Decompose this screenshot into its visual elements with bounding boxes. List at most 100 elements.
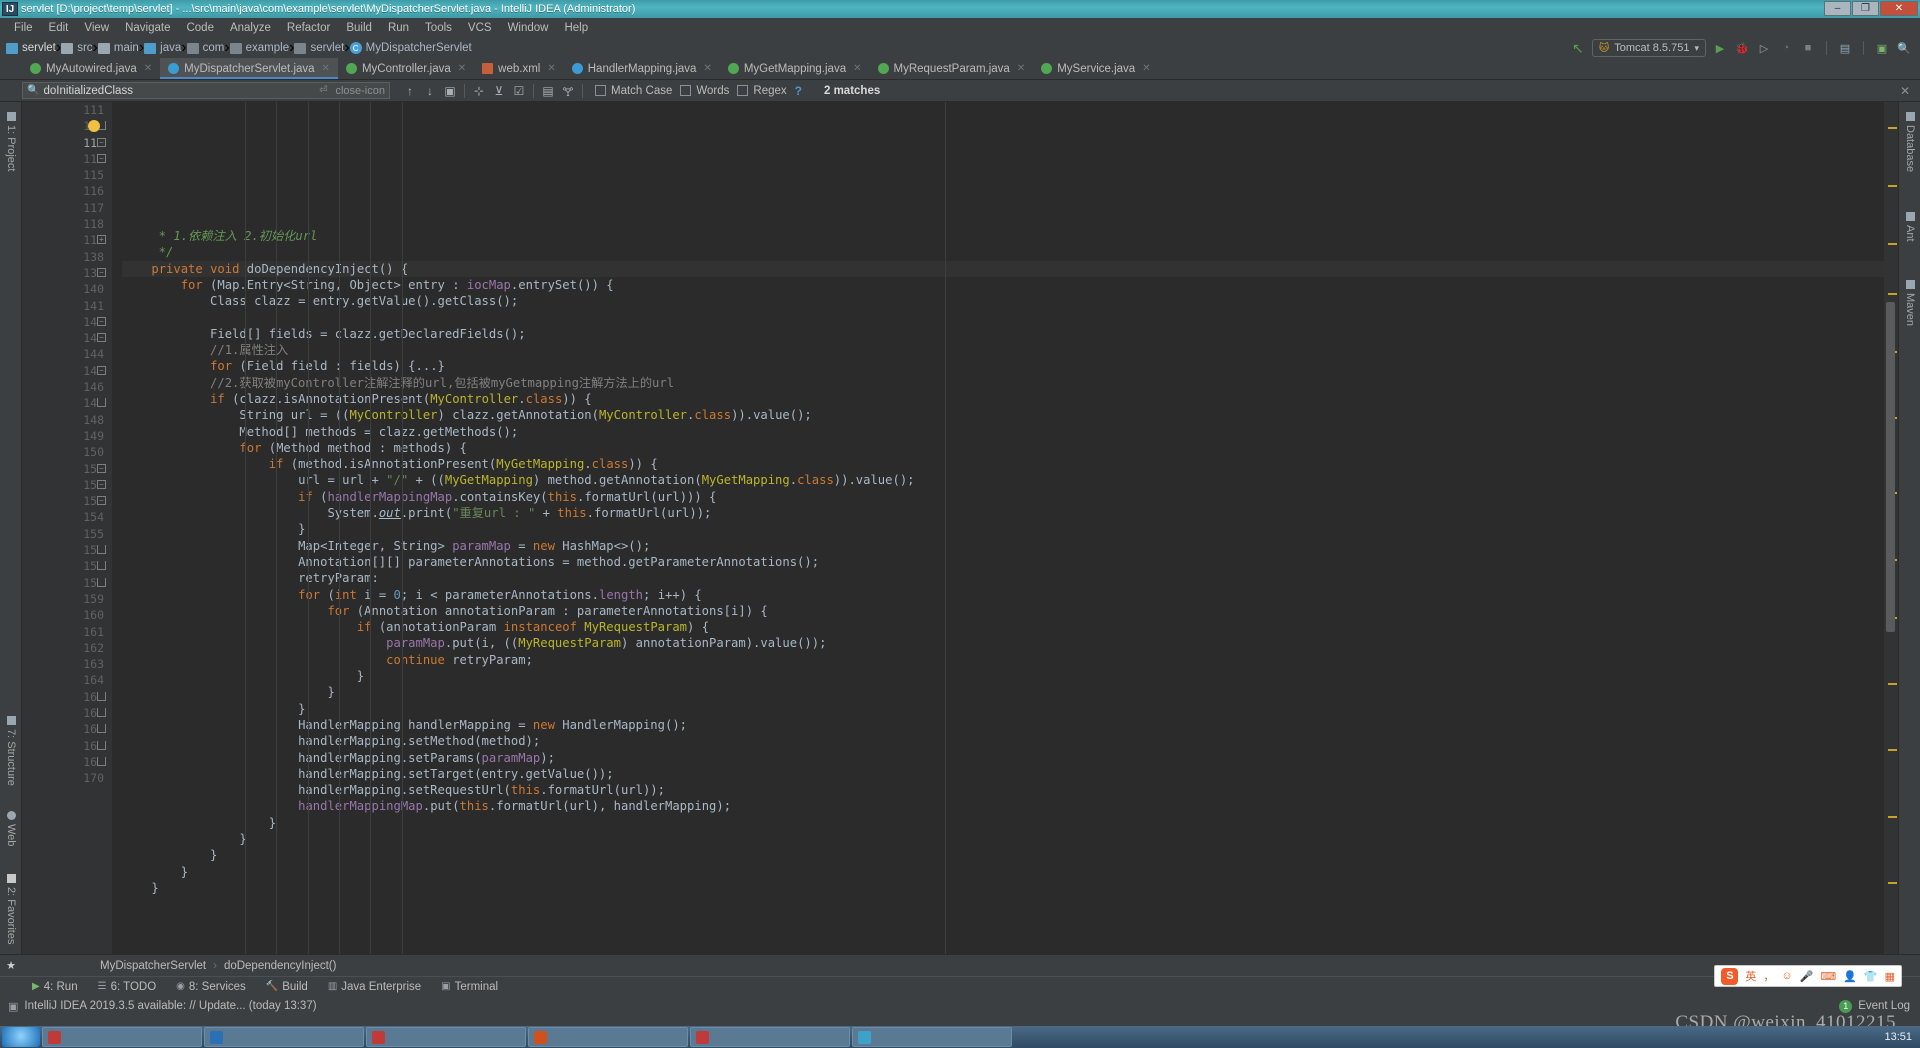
code-line[interactable] — [122, 896, 1884, 912]
code-line[interactable]: paramMap.put(i, ((MyRequestParam) annota… — [122, 635, 1884, 651]
ime-skin-icon[interactable]: 👕 — [1864, 970, 1878, 983]
code-line[interactable]: } — [122, 880, 1884, 896]
minimize-button[interactable]: – — [1824, 1, 1851, 16]
sidebar-item-structure[interactable]: 7: Structure — [5, 716, 17, 786]
tab-mycontroller[interactable]: MyController.java ✕ — [338, 58, 474, 79]
fold-toggle[interactable]: − — [97, 463, 106, 473]
fold-toggle[interactable]: − — [97, 365, 106, 375]
breadcrumb-class[interactable]: MyDispatcherServlet — [100, 960, 206, 972]
close-icon[interactable]: ✕ — [703, 63, 711, 74]
menu-view[interactable]: View — [76, 20, 117, 36]
breadcrumb-item-java[interactable]: java — [144, 42, 181, 54]
taskbar-item[interactable] — [690, 1027, 850, 1047]
code-line[interactable]: if (method.isAnnotationPresent(MyGetMapp… — [122, 456, 1884, 472]
match-case-checkbox[interactable]: Match Case — [595, 85, 672, 97]
fold-toggle[interactable]: − — [97, 333, 106, 343]
breadcrumb-item-servlet-module[interactable]: servlet — [6, 42, 56, 54]
error-stripe-scrollbar[interactable] — [1884, 102, 1898, 954]
profile-button[interactable]: ◔ — [1778, 40, 1794, 56]
code-line[interactable]: } — [122, 684, 1884, 700]
editor-code-area[interactable]: * 1.依赖注入 2.初始化url */ private void doDepe… — [112, 102, 1884, 954]
debug-button[interactable]: 🐞 — [1734, 40, 1750, 56]
select-all-occurrences-button[interactable]: ▣ — [440, 81, 460, 101]
menu-code[interactable]: Code — [178, 20, 222, 36]
taskbar-item[interactable] — [42, 1027, 202, 1047]
code-line[interactable]: } — [122, 815, 1884, 831]
menu-tools[interactable]: Tools — [417, 20, 460, 36]
bookmark-star-icon[interactable]: ★ — [0, 959, 22, 972]
tool-window-run[interactable]: ▶ 4: Run — [22, 981, 88, 993]
sidebar-item-project[interactable]: 1: Project — [5, 112, 17, 171]
code-line[interactable]: for (int i = 0; i < parameterAnnotations… — [122, 587, 1884, 603]
menu-help[interactable]: Help — [556, 20, 596, 36]
multiline-icon[interactable]: ⏎ — [319, 85, 327, 96]
ime-emoji-icon[interactable]: ☺ — [1781, 970, 1792, 982]
code-line[interactable]: System.out.print("重复url : " + this.forma… — [122, 505, 1884, 521]
fold-toggle[interactable] — [97, 708, 106, 718]
ime-voice-icon[interactable]: 🎤 — [1800, 970, 1814, 983]
code-line[interactable]: continue retryParam; — [122, 652, 1884, 668]
code-line[interactable]: Annotation[][] parameterAnnotations = me… — [122, 554, 1884, 570]
breadcrumb-item-servlet-package[interactable]: servlet — [294, 42, 344, 54]
run-with-coverage-button[interactable]: ▷ — [1756, 40, 1772, 56]
editor-gutter[interactable]: 111112113−114−115116117118119+138139−140… — [22, 102, 112, 954]
ime-punctuation-icon[interactable]: ， — [1763, 968, 1774, 984]
close-button[interactable]: ✕ — [1880, 1, 1918, 16]
close-icon[interactable]: ✕ — [1142, 63, 1150, 74]
tab-mydispatcherservlet[interactable]: MyDispatcherServlet.java ✕ — [160, 58, 338, 79]
breadcrumb-item-mydispatcherservlet[interactable]: C MyDispatcherServlet — [349, 42, 472, 54]
tool-window-todo[interactable]: ☰ 6: TODO — [88, 981, 167, 993]
fold-toggle[interactable]: + — [97, 235, 106, 245]
sidebar-item-database[interactable]: Database — [1904, 112, 1916, 172]
in-selection-button[interactable]: ▤ — [538, 81, 558, 101]
code-editor[interactable]: 111112113−114−115116117118119+138139−140… — [22, 102, 1898, 954]
code-line[interactable]: */ — [122, 244, 1884, 260]
error-stripe-mark[interactable] — [1888, 683, 1897, 685]
close-icon[interactable]: ✕ — [853, 63, 861, 74]
code-line[interactable]: //1.属性注入 — [122, 342, 1884, 358]
close-icon[interactable]: ✕ — [322, 63, 330, 74]
fold-toggle[interactable]: − — [97, 268, 106, 277]
menu-file[interactable]: File — [6, 20, 41, 36]
tool-window-services[interactable]: ◉ 8: Services — [166, 981, 256, 993]
tab-myautowired[interactable]: MyAutowired.java ✕ — [22, 58, 160, 79]
error-stripe-mark[interactable] — [1888, 243, 1897, 246]
search-everywhere-button[interactable]: 🔍 — [1896, 40, 1912, 56]
code-line[interactable]: if (handlerMappingMap.containsKey(this.f… — [122, 489, 1884, 505]
code-line[interactable]: } — [122, 521, 1884, 537]
filter-button[interactable]: 🝖 — [558, 81, 578, 101]
menu-navigate[interactable]: Navigate — [117, 20, 178, 36]
select-occurrences-button[interactable]: ☑ — [509, 81, 529, 101]
code-line[interactable]: Map<Integer, String> paramMap = new Hash… — [122, 538, 1884, 554]
menu-build[interactable]: Build — [338, 20, 380, 36]
run-button[interactable]: ▶ — [1712, 40, 1728, 56]
error-stripe-mark[interactable] — [1888, 185, 1897, 187]
close-icon[interactable]: ✕ — [144, 63, 152, 74]
stop-button[interactable]: ■ — [1800, 40, 1816, 56]
tool-window-java-enterprise[interactable]: ▥ Java Enterprise — [318, 981, 431, 993]
error-stripe-mark[interactable] — [1888, 292, 1897, 295]
start-button[interactable] — [2, 1027, 40, 1047]
code-line[interactable]: for (Method method : methods) { — [122, 440, 1884, 456]
code-line[interactable]: if (annotationParam instanceof MyRequest… — [122, 619, 1884, 635]
code-line[interactable]: handlerMapping.setRequestUrl(this.format… — [122, 782, 1884, 798]
event-log-button[interactable]: 1 Event Log — [1839, 999, 1910, 1013]
arrow-up-left-icon[interactable]: ↖ — [1570, 40, 1586, 56]
project-structure-button[interactable]: ▤ — [1837, 40, 1853, 56]
code-line[interactable] — [122, 309, 1884, 325]
close-find-bar-icon[interactable]: ✕ — [1900, 84, 1920, 98]
taskbar-item[interactable] — [366, 1027, 526, 1047]
menu-run[interactable]: Run — [380, 20, 417, 36]
code-line[interactable]: handlerMapping.setTarget(entry.getValue(… — [122, 766, 1884, 782]
close-icon[interactable]: ✕ — [458, 63, 466, 74]
code-line[interactable]: //2.获取被myController注解注释的url,包括被myGetmapp… — [122, 375, 1884, 391]
menu-vcs[interactable]: VCS — [460, 20, 500, 36]
code-line[interactable]: * 1.依赖注入 2.初始化url — [122, 228, 1884, 244]
error-stripe-mark[interactable] — [1888, 815, 1897, 818]
code-line[interactable]: } — [122, 831, 1884, 847]
menu-edit[interactable]: Edit — [41, 20, 77, 36]
sidebar-item-maven[interactable]: Maven — [1904, 280, 1916, 326]
menu-window[interactable]: Window — [500, 20, 557, 36]
code-line[interactable]: for (Field field : fields) {...} — [122, 358, 1884, 374]
words-checkbox[interactable]: Words — [680, 85, 729, 97]
